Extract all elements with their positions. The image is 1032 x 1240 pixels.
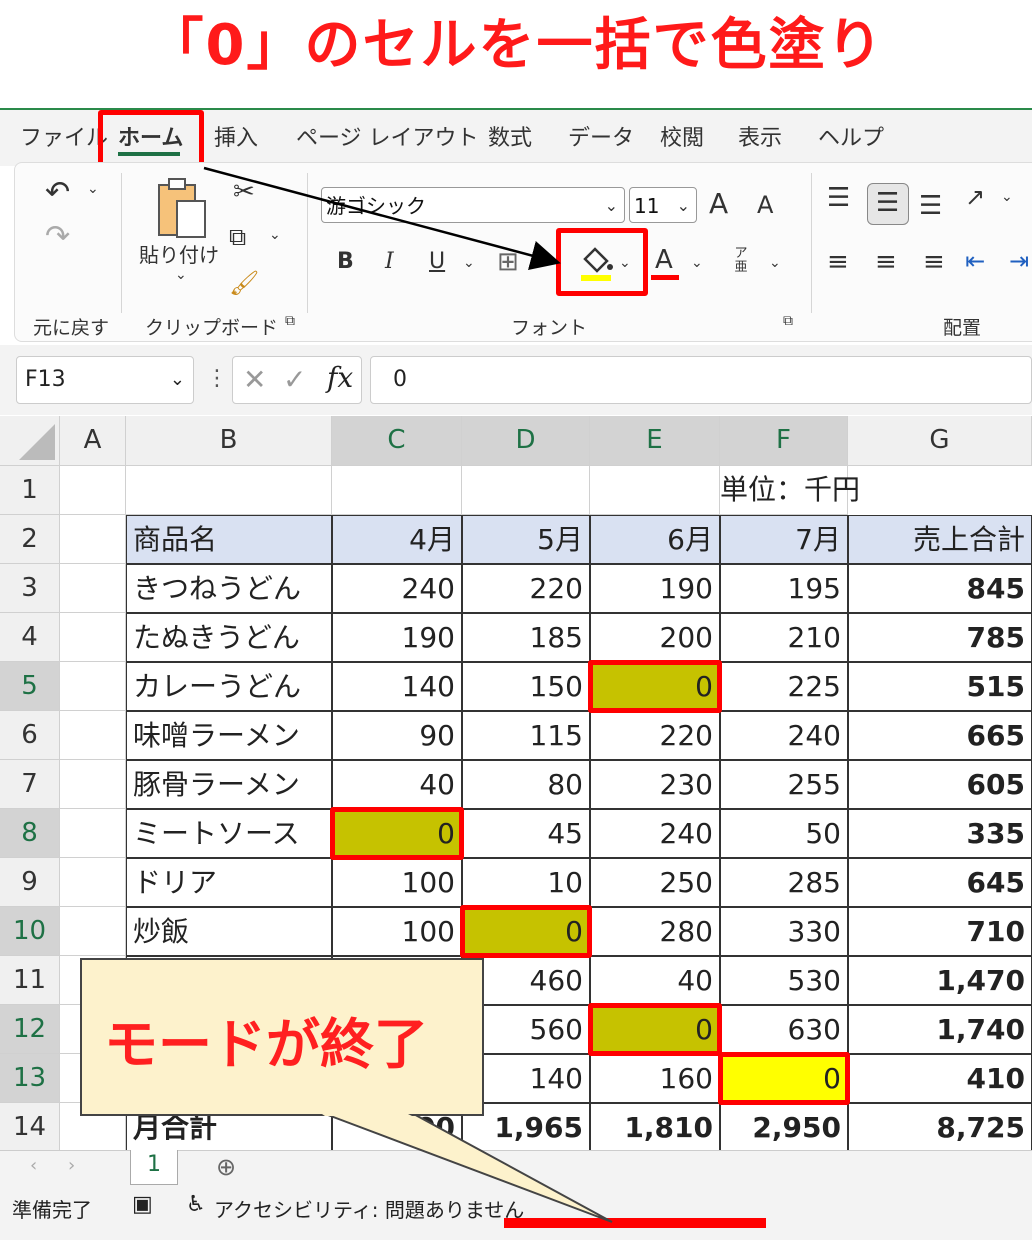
callout-pointer-cover [322, 1114, 412, 1116]
